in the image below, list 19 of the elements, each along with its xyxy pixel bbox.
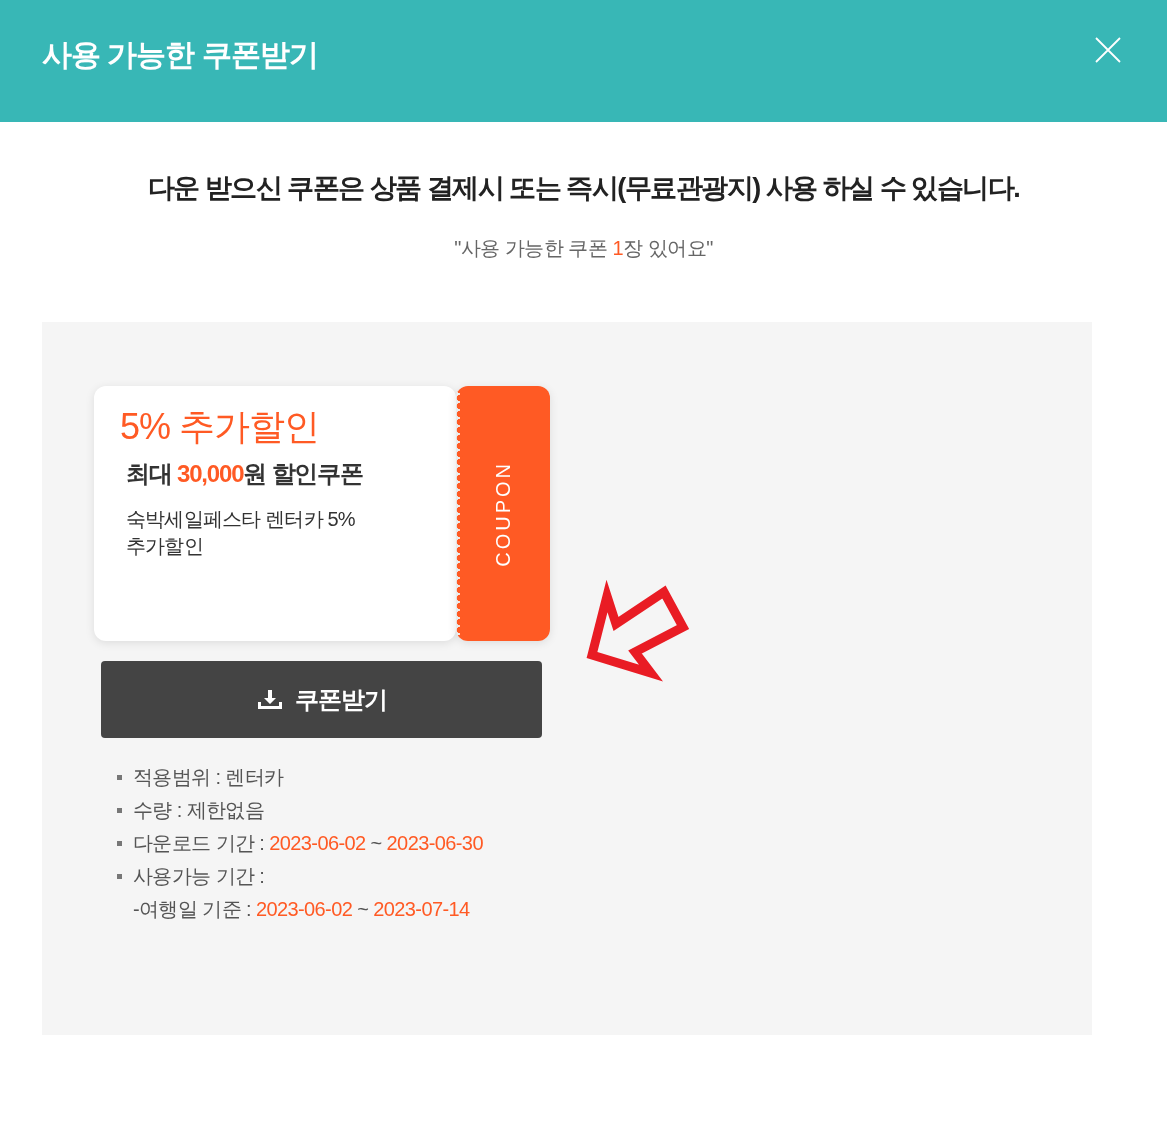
coupon-count-text: "사용 가능한 쿠폰 1장 있어요" [453,236,714,261]
header-title: 사용 가능한 쿠폰받기 [42,37,318,73]
detail-text: 적용범위 : 렌터카 [133,765,284,790]
square-bullet-icon [117,841,122,846]
coupon-title: 5% 추가할인 [120,405,321,449]
square-bullet-icon [117,808,122,813]
detail-text: 수량 : 제한없음 [133,798,265,823]
detail-text: 다운로드 기간 : 2023-06-02 ~ 2023-06-30 [133,831,483,856]
detail-text: -여행일 기준 : 2023-06-02 ~ 2023-07-14 [133,897,470,922]
notice-headline: 다운 받으신 쿠폰은 상품 결제시 또는 즉시(무료관광지) 사용 하실 수 있습니다. [146,172,1021,205]
download-coupon-button[interactable]: 쿠폰받기 [101,661,542,738]
close-icon[interactable] [1095,37,1121,63]
square-bullet-icon [117,874,122,879]
download-icon [256,689,283,710]
max-discount-text: 최대 30,000원 할인쿠폰 [125,459,364,489]
detail-text: 사용가능 기간 : [133,864,265,889]
coupon-stub-label: COUPON [491,460,515,567]
coupon-description: 숙박세일페스타 렌터카 5% 추가할인 [125,507,356,559]
square-bullet-icon [117,775,122,780]
